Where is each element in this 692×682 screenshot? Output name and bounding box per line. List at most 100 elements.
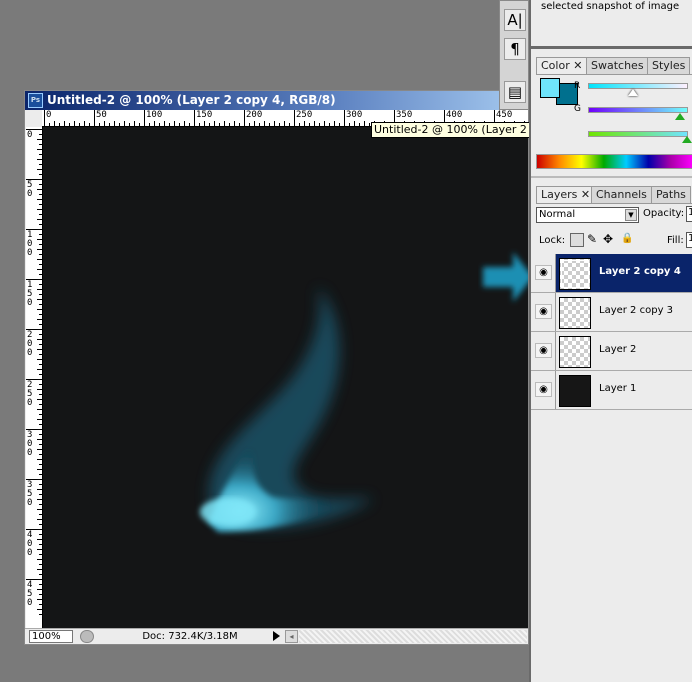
eye-icon[interactable]: ◉ — [535, 304, 552, 319]
ruler-tick — [104, 121, 105, 126]
ruler-tick — [39, 524, 42, 525]
ruler-tick — [349, 123, 350, 126]
chevron-down-icon[interactable]: ▼ — [625, 209, 637, 221]
ruler-tick — [39, 354, 42, 355]
b-slider[interactable] — [588, 131, 688, 137]
b-slider-thumb[interactable] — [682, 136, 692, 143]
panel-divider — [531, 46, 692, 49]
layer-row[interactable]: ◉ Layer 1 — [531, 371, 692, 410]
lock-label: Lock: — [539, 235, 566, 246]
ruler-tick — [304, 121, 305, 126]
eye-icon[interactable]: ◉ — [535, 265, 552, 280]
layer-name: Layer 2 copy 3 — [599, 305, 674, 316]
ruler-tick — [114, 121, 115, 126]
ruler-tick — [279, 123, 280, 126]
tab-swatches[interactable]: Swatches — [586, 57, 649, 74]
ruler-left[interactable]: 0 50 100 150 200 250 300 350 400 450 — [26, 127, 43, 628]
ruler-tick — [219, 123, 220, 126]
ruler-tick — [39, 444, 42, 445]
document-title-bar[interactable]: Ps Untitled-2 @ 100% (Layer 2 copy 4, RG… — [25, 91, 528, 110]
ruler-tick — [37, 259, 42, 260]
ruler-tick — [37, 569, 42, 570]
lock-transparency-icon[interactable] — [570, 233, 584, 247]
ruler-tick — [39, 294, 42, 295]
ruler-tick — [39, 554, 42, 555]
layer-row[interactable]: ◉ Layer 2 copy 4 — [531, 254, 692, 293]
ruler-tick — [324, 121, 325, 126]
ruler-tick — [259, 123, 260, 126]
ruler-tick — [39, 414, 42, 415]
status-menu-button[interactable] — [80, 630, 94, 643]
r-slider-thumb[interactable] — [628, 89, 638, 96]
ruler-label: 450 — [496, 110, 513, 120]
ruler-tick — [37, 549, 42, 550]
tab-color[interactable]: Color ✕ — [536, 57, 588, 74]
eye-icon[interactable]: ◉ — [535, 382, 552, 397]
lock-pixels-icon[interactable]: ✎ — [587, 232, 597, 246]
palette-icon[interactable]: ▤ — [504, 81, 526, 103]
ruler-tick — [129, 123, 130, 126]
ruler-tick — [344, 110, 345, 126]
ruler-label: 300 — [27, 430, 33, 458]
tab-styles[interactable]: Styles — [647, 57, 691, 74]
layer-row[interactable]: ◉ Layer 2 copy 3 — [531, 293, 692, 332]
ruler-tick — [299, 123, 300, 126]
ruler-label: 0 — [27, 130, 33, 140]
ruler-tick — [37, 389, 42, 390]
tab-channels[interactable]: Channels — [591, 186, 652, 203]
ruler-tick — [99, 123, 100, 126]
status-bar: 100% Doc: 732.4K/3.18M ◂ — [25, 628, 528, 644]
ruler-tick — [39, 394, 42, 395]
tab-layers[interactable]: Layers ✕ — [536, 186, 596, 203]
layer-row[interactable]: ◉ Layer 2 — [531, 332, 692, 371]
r-slider[interactable] — [588, 83, 688, 89]
paragraph-icon[interactable]: ¶ — [504, 38, 526, 60]
ruler-tick — [39, 454, 42, 455]
ruler-tick — [89, 123, 90, 126]
ruler-tick — [39, 544, 42, 545]
ruler-tick — [39, 374, 42, 375]
foreground-color-swatch[interactable] — [540, 78, 560, 98]
ruler-tick — [209, 123, 210, 126]
ruler-tick — [199, 123, 200, 126]
ruler-tick — [37, 189, 42, 190]
blend-mode-value: Normal — [539, 209, 576, 220]
ruler-label: 400 — [27, 530, 33, 558]
ruler-tick — [39, 324, 42, 325]
opacity-field[interactable]: 1 — [686, 206, 692, 222]
color-spectrum-bar[interactable] — [536, 154, 692, 169]
ruler-tick — [39, 214, 42, 215]
ruler-tick — [39, 594, 42, 595]
ruler-tick — [37, 149, 42, 150]
ruler-tick — [39, 424, 42, 425]
ruler-tick — [39, 494, 42, 495]
ruler-label: 100 — [27, 230, 33, 258]
ruler-tick — [284, 121, 285, 126]
ruler-tick — [37, 269, 42, 270]
ruler-tick — [39, 194, 42, 195]
lock-position-icon[interactable]: ✥ — [603, 232, 613, 246]
blend-mode-select[interactable]: Normal ▼ — [536, 207, 639, 223]
canvas[interactable] — [43, 127, 528, 628]
ruler-tick — [309, 123, 310, 126]
ruler-tick — [254, 121, 255, 126]
ruler-tick — [294, 110, 295, 126]
ruler-tick — [37, 159, 42, 160]
fill-field[interactable]: 1 — [686, 232, 692, 248]
ruler-label: 150 — [196, 110, 213, 120]
tab-paths[interactable]: Paths — [651, 186, 691, 203]
g-slider-thumb[interactable] — [675, 113, 685, 120]
type-tool-icon[interactable]: A| — [504, 9, 526, 31]
ruler-tick — [37, 419, 42, 420]
eye-icon[interactable]: ◉ — [535, 343, 552, 358]
horizontal-scrollbar[interactable] — [299, 630, 527, 643]
ruler-label: 250 — [296, 110, 313, 120]
lock-all-icon[interactable]: 🔒 — [621, 233, 633, 244]
status-arrow-icon[interactable] — [273, 631, 280, 641]
ruler-tick — [274, 121, 275, 126]
photoshop-icon: Ps — [28, 93, 43, 108]
g-slider[interactable] — [588, 107, 688, 113]
zoom-field[interactable]: 100% — [29, 630, 73, 643]
scroll-left-button[interactable]: ◂ — [285, 630, 298, 643]
ruler-tick — [39, 164, 42, 165]
